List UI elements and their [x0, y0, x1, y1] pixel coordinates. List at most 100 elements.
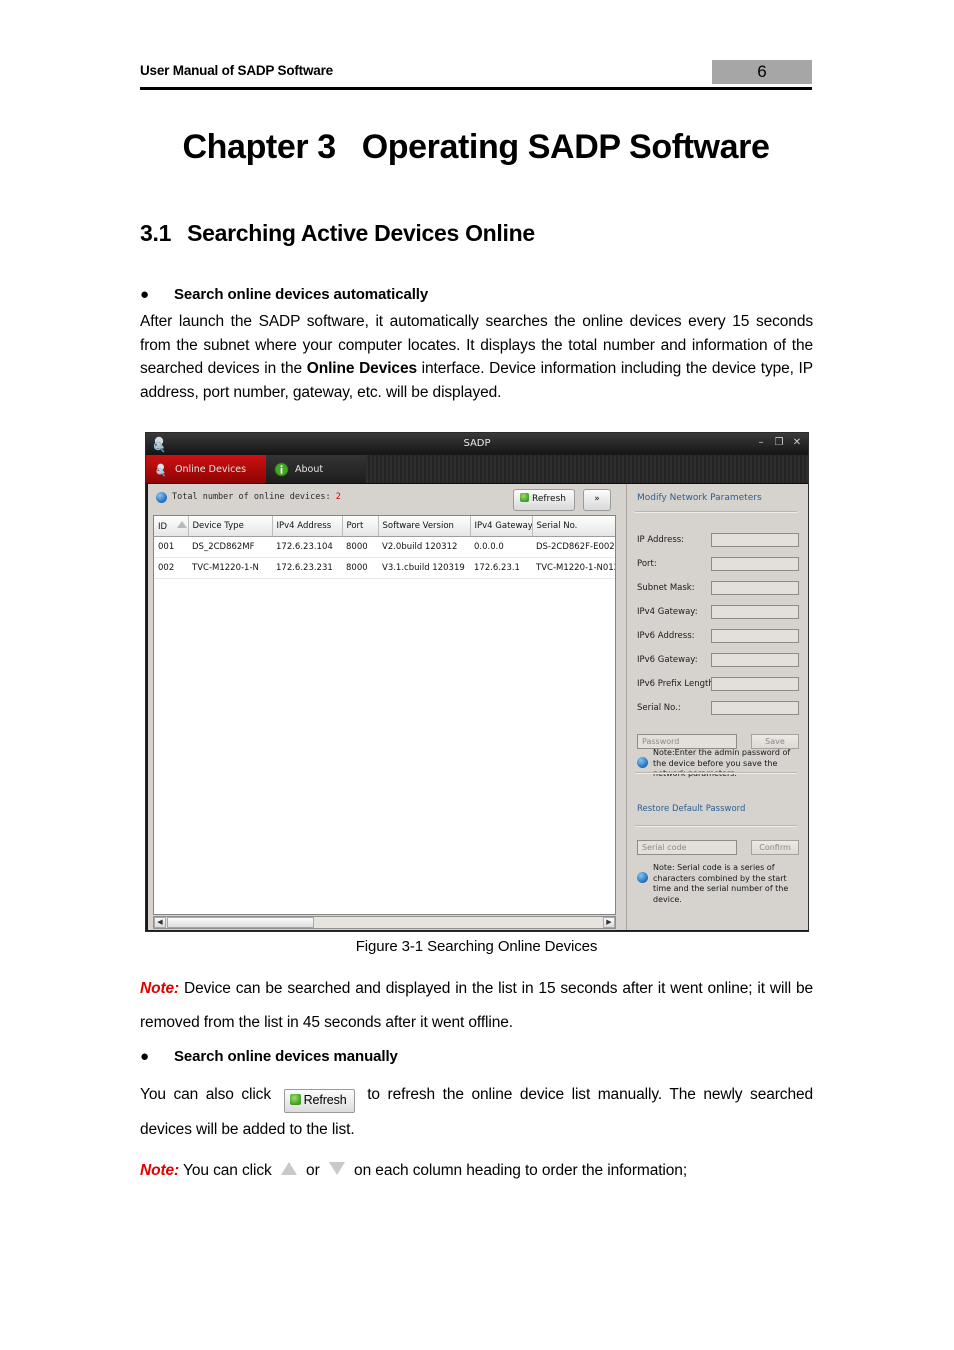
field-ipv4-gateway: IPv4 Gateway:	[637, 605, 799, 621]
figure-caption: Figure 3-1 Searching Online Devices	[355, 938, 598, 955]
field-ip-address-label: IP Address:	[637, 535, 685, 545]
info-icon	[637, 757, 648, 768]
para-auto-bold: Online Devices	[306, 360, 417, 377]
table-row[interactable]: 002 TVC-M1220-1-N 172.6.23.231 8000 V3.1…	[154, 557, 615, 579]
note-2-part1: You can click	[179, 1162, 276, 1179]
ipv6-address-input[interactable]	[711, 629, 799, 643]
column-header-software-version[interactable]: Software Version	[378, 516, 471, 537]
scroll-left-arrow-icon[interactable]: ◀	[154, 917, 166, 928]
panel-divider-middle	[635, 772, 797, 774]
chapter-title: Chapter 3 Operating SADP Software	[140, 128, 812, 167]
refresh-button-label: Refresh	[532, 494, 566, 504]
password-note: Note:Enter the admin password of the dev…	[637, 748, 799, 780]
maximize-button[interactable]: ❐	[773, 437, 785, 449]
port-input[interactable]	[711, 557, 799, 571]
password-note-text: Note:Enter the admin password of the dev…	[653, 748, 791, 778]
cell-serial-no: DS-2CD862F-E0020081008B0	[532, 536, 615, 558]
serial-code-note-text: Note: Serial code is a series of charact…	[653, 863, 789, 904]
sort-descending-icon[interactable]	[328, 1162, 345, 1175]
confirm-button[interactable]: Confirm	[751, 840, 799, 855]
field-ipv6-gateway-label: IPv6 Gateway:	[637, 655, 698, 665]
total-devices-text: Total number of online devices:	[172, 492, 331, 502]
note-1-text: Device can be searched and displayed in …	[140, 980, 813, 1031]
window-controls: – ❐ ✕	[755, 437, 803, 449]
column-header-port[interactable]: Port	[342, 516, 379, 537]
field-port: Port:	[637, 557, 799, 573]
bullet-label-auto: Search online devices automatically	[174, 286, 429, 303]
document-page: User Manual of SADP Software 6 Chapter 3…	[0, 0, 954, 1350]
device-list-toolbar: Total number of online devices: 2 Refres…	[148, 484, 621, 515]
cell-ipv4-gateway: 0.0.0.0	[470, 536, 532, 558]
note-label: Note:	[140, 980, 180, 997]
scrollbar-thumb[interactable]	[167, 917, 314, 928]
ipv6-gateway-input[interactable]	[711, 653, 799, 667]
table-row[interactable]: 001 DS_2CD862MF 172.6.23.104 8000 V2.0bu…	[154, 536, 615, 558]
cell-serial-no: TVC-M1220-1-N0120120106BI	[532, 557, 615, 579]
total-devices-count: 2	[335, 492, 341, 502]
serial-no-input[interactable]	[711, 701, 799, 715]
panel-divider-top	[635, 511, 797, 513]
refresh-button[interactable]: Refresh	[513, 489, 575, 511]
field-ipv6-address: IPv6 Address:	[637, 629, 799, 645]
field-serial-no-label: Serial No.:	[637, 703, 681, 713]
info-icon	[637, 872, 648, 883]
table-header-row: ID Device Type IPv4 Address Port Softwar…	[154, 516, 615, 537]
panel-title: Modify Network Parameters	[637, 493, 762, 503]
ipv4-gateway-input[interactable]	[711, 605, 799, 619]
device-table-horizontal-scrollbar[interactable]: ◀ ▶	[153, 916, 616, 929]
column-header-id-label: ID	[158, 521, 168, 532]
inline-refresh-label: Refresh	[303, 1093, 347, 1107]
field-ipv6-prefix-length: IPv6 Prefix Length:	[637, 677, 799, 693]
field-port-label: Port:	[637, 559, 657, 569]
cell-device-type: DS_2CD862MF	[188, 536, 272, 558]
tab-about-label: About	[295, 463, 324, 475]
serial-code-row: Serial code Confirm	[637, 840, 799, 855]
sort-ascending-icon[interactable]	[177, 520, 187, 528]
note-2-part2: on each column heading to order the info…	[349, 1162, 688, 1179]
info-icon	[156, 492, 167, 503]
tab-about[interactable]: About	[266, 455, 366, 483]
scroll-right-arrow-icon[interactable]: ▶	[603, 917, 615, 928]
field-subnet-mask: Subnet Mask:	[637, 581, 799, 597]
ipv6-prefix-length-input[interactable]	[711, 677, 799, 691]
column-header-ipv4-gateway[interactable]: IPv4 Gateway	[470, 516, 533, 537]
column-header-id[interactable]: ID	[154, 516, 189, 537]
header-title: User Manual of SADP Software	[140, 63, 333, 78]
cell-software-version: V3.1.cbuild 120319	[378, 557, 470, 579]
bullet-dot-icon: ●	[140, 286, 149, 303]
para-manual-part1: You can also click	[140, 1086, 279, 1103]
chapter-number: Chapter 3	[182, 128, 337, 166]
subnet-mask-input[interactable]	[711, 581, 799, 595]
modify-network-parameters-panel: Modify Network Parameters IP Address: Po…	[626, 484, 808, 930]
section-number: 3.1	[140, 220, 172, 246]
cell-ipv4-address: 172.6.23.104	[272, 536, 342, 558]
field-subnet-mask-label: Subnet Mask:	[637, 583, 695, 593]
inline-refresh-button[interactable]: Refresh	[283, 1089, 355, 1113]
expand-panel-button[interactable]: »	[583, 489, 611, 511]
serial-code-input[interactable]: Serial code	[637, 840, 737, 855]
close-button[interactable]: ✕	[791, 437, 803, 449]
restore-default-password-link[interactable]: Restore Default Password	[637, 804, 745, 814]
tab-online-devices[interactable]: Online Devices	[146, 455, 266, 483]
field-ipv4-gateway-label: IPv4 Gateway:	[637, 607, 698, 617]
column-header-serial-no[interactable]: Serial No.	[532, 516, 615, 537]
bullet-dot-icon: ●	[140, 1048, 149, 1065]
ip-address-input[interactable]	[711, 533, 799, 547]
save-button[interactable]: Save	[751, 734, 799, 749]
sort-ascending-icon[interactable]	[280, 1162, 297, 1175]
password-input[interactable]: Password	[637, 734, 737, 749]
password-row: Password Save	[637, 734, 799, 749]
cell-device-type: TVC-M1220-1-N	[188, 557, 272, 579]
cell-id: 001	[154, 536, 188, 558]
cell-port: 8000	[342, 536, 378, 558]
note-search-timing: Note: Device can be searched and display…	[140, 972, 813, 1040]
column-header-device-type[interactable]: Device Type	[188, 516, 273, 537]
total-devices-label: Total number of online devices: 2	[172, 492, 341, 502]
minimize-button[interactable]: –	[755, 437, 767, 449]
column-header-ipv4-address[interactable]: IPv4 Address	[272, 516, 343, 537]
paragraph-manual-search: You can also click Refresh to refresh th…	[140, 1078, 813, 1147]
header-divider	[140, 87, 812, 90]
section-title-text: Searching Active Devices Online	[187, 220, 535, 246]
device-table-container[interactable]: ID Device Type IPv4 Address Port Softwar…	[153, 515, 616, 915]
running-header: User Manual of SADP Software 6	[140, 60, 812, 90]
